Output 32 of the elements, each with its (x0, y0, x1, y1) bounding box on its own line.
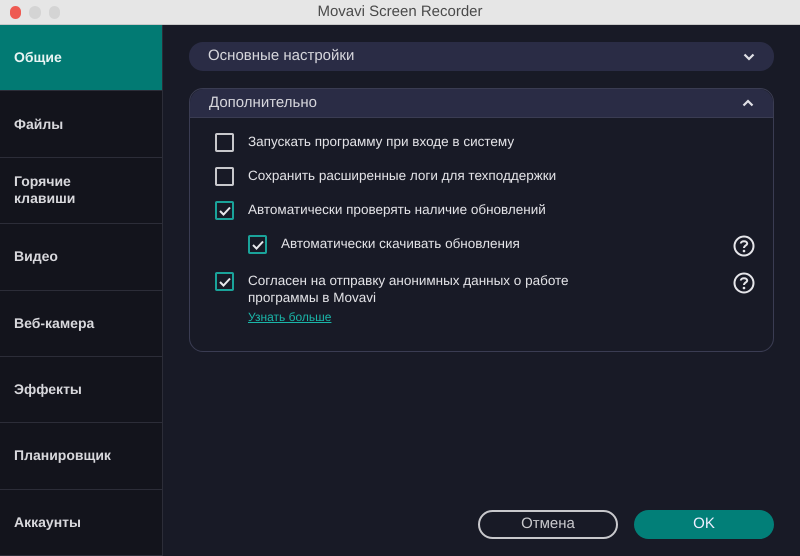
option-label: Запускать программу при входе в систему (248, 133, 514, 150)
window-title: Movavi Screen Recorder (317, 2, 483, 22)
checkbox[interactable] (215, 167, 234, 186)
checkbox[interactable] (248, 235, 267, 254)
sidebar-item[interactable]: Планировщик (0, 423, 162, 490)
chevron-up-icon (742, 99, 754, 107)
checkbox[interactable] (215, 272, 234, 291)
sidebar-item[interactable]: Видео (0, 224, 162, 290)
learn-more-link[interactable]: Узнать больше (248, 308, 332, 326)
chevron-down-icon (743, 52, 755, 60)
sidebar-item[interactable]: Горячие клавиши (0, 158, 162, 224)
section-header[interactable]: Дополнительно (190, 89, 773, 118)
close-icon[interactable] (10, 6, 22, 18)
checkbox[interactable] (215, 133, 234, 152)
section-header[interactable]: Основные настройки (189, 42, 774, 71)
checkmark-icon (218, 276, 230, 286)
sidebar-item[interactable]: Веб-камера (0, 290, 162, 357)
sidebar-item[interactable]: Общие (0, 25, 162, 92)
help-icon[interactable] (733, 272, 755, 294)
sidebar-item[interactable]: Аккаунты (0, 490, 162, 556)
option-label: Автоматически проверять наличие обновлений (248, 201, 546, 218)
checkmark-icon (218, 206, 230, 216)
option-label: Сохранить расширенные логи для техподдержки (248, 167, 556, 184)
ok-button[interactable]: OK (634, 510, 774, 539)
help-icon[interactable] (733, 235, 755, 257)
checkbox[interactable] (215, 201, 234, 220)
sidebar-item[interactable]: Эффекты (0, 356, 162, 424)
checkmark-icon (252, 240, 264, 250)
cancel-button[interactable]: Отмена (478, 510, 618, 539)
option-label: Согласен на отправку анонимных данных о работе программы в Movavi (248, 272, 570, 306)
sidebar-item[interactable]: Файлы (0, 91, 162, 158)
option-label: Автоматически скачивать обновления (281, 235, 520, 252)
